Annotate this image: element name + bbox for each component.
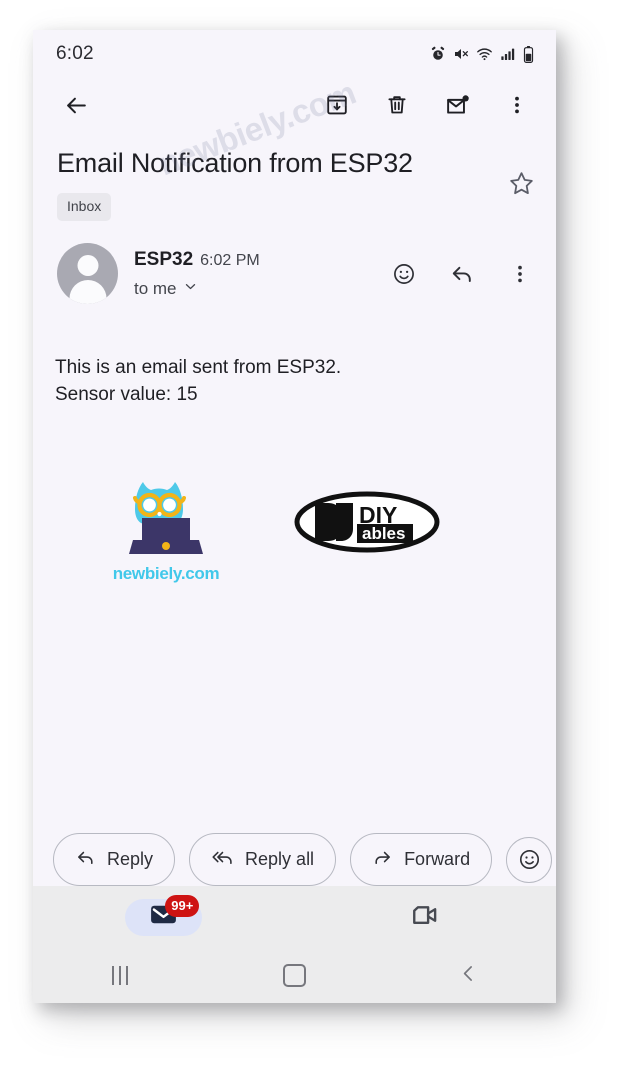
delete-button[interactable]: [376, 84, 418, 126]
home-icon: [282, 964, 306, 987]
body-line-1: This is an email sent from ESP32.: [55, 357, 342, 378]
reply-all-arrow-icon: [211, 847, 234, 873]
nav-recents-button[interactable]: [33, 966, 207, 985]
mail-unread-badge: 99+: [165, 894, 200, 917]
label-chip-inbox[interactable]: Inbox: [57, 193, 112, 221]
mail-tab-pill: 99+: [125, 894, 203, 936]
android-navigation-bar: [33, 948, 556, 1003]
forward-arrow-icon: [372, 847, 393, 873]
phone-screen: 6:02 Email Notification from ESP32 Inbox…: [33, 30, 556, 1003]
emoji-reaction-button[interactable]: [386, 256, 422, 292]
recipient-text: to me: [134, 278, 177, 298]
back-button[interactable]: [55, 84, 97, 126]
newbiely-logo: newbiely.com: [105, 478, 227, 584]
sender-name: ESP32: [134, 248, 194, 270]
tab-meet[interactable]: [295, 886, 557, 948]
body-line-2: Sensor value: 15: [55, 384, 198, 405]
alarm-icon: [430, 46, 446, 62]
email-subject: Email Notification from ESP32: [57, 148, 413, 178]
reply-label: Reply: [107, 849, 154, 869]
mark-unread-button[interactable]: [436, 84, 478, 126]
tab-mail[interactable]: 99+: [33, 886, 295, 948]
reply-arrow-icon: [75, 847, 96, 873]
mute-icon: [453, 46, 469, 62]
sender-info: ESP32 6:02 PM to me: [118, 249, 386, 299]
battery-icon: [523, 45, 534, 63]
subject-column: Email Notification from ESP32 Inbox: [57, 146, 504, 221]
emoji-reaction-round-button[interactable]: [506, 836, 553, 883]
sender-name-line: ESP32 6:02 PM: [134, 249, 386, 271]
wifi-icon: [476, 46, 493, 62]
status-bar-clock: 6:02: [56, 43, 94, 64]
video-camera-icon: [410, 900, 440, 935]
reply-pill-button[interactable]: Reply: [53, 833, 176, 886]
forward-label: Forward: [404, 849, 471, 869]
avatar-body: [69, 280, 106, 304]
message-overflow-button[interactable]: [502, 256, 538, 292]
nav-back-button[interactable]: [382, 963, 556, 989]
email-timestamp: 6:02 PM: [200, 251, 260, 269]
reply-all-pill-button[interactable]: Reply all: [189, 833, 337, 886]
logo-row: newbiely.com DIY ables: [33, 408, 556, 584]
chevron-down-icon: [183, 279, 198, 299]
archive-button[interactable]: [316, 84, 358, 126]
recipient-line[interactable]: to me: [134, 279, 386, 299]
svg-text:ables: ables: [362, 524, 405, 543]
owl-laptop-icon: [105, 478, 227, 560]
nav-home-button[interactable]: [207, 964, 381, 987]
toolbar-overflow-button[interactable]: [496, 84, 538, 126]
sender-row: ESP32 6:02 PM to me: [33, 221, 556, 304]
app-toolbar: [33, 78, 556, 132]
status-bar: 6:02: [33, 30, 556, 78]
back-chevron-icon: [458, 963, 479, 989]
email-body: This is an email sent from ESP32. Sensor…: [33, 304, 556, 408]
signal-icon: [500, 46, 516, 62]
reply-all-label: Reply all: [245, 849, 315, 869]
forward-pill-button[interactable]: Forward: [350, 833, 493, 886]
reply-action-bar: Reply Reply all Forward: [33, 833, 556, 886]
recents-icon: [112, 966, 129, 985]
reply-button[interactable]: [444, 256, 480, 292]
bottom-tab-bar: 99+: [33, 886, 556, 948]
avatar[interactable]: [57, 243, 118, 304]
subject-row: Email Notification from ESP32 Inbox: [33, 132, 556, 221]
newbiely-wordmark: newbiely.com: [112, 564, 220, 583]
sender-actions: [386, 256, 538, 292]
avatar-head: [77, 255, 98, 276]
diyables-logo: DIY ables: [293, 491, 441, 558]
status-bar-icons: [430, 45, 534, 63]
star-icon[interactable]: [504, 166, 538, 200]
